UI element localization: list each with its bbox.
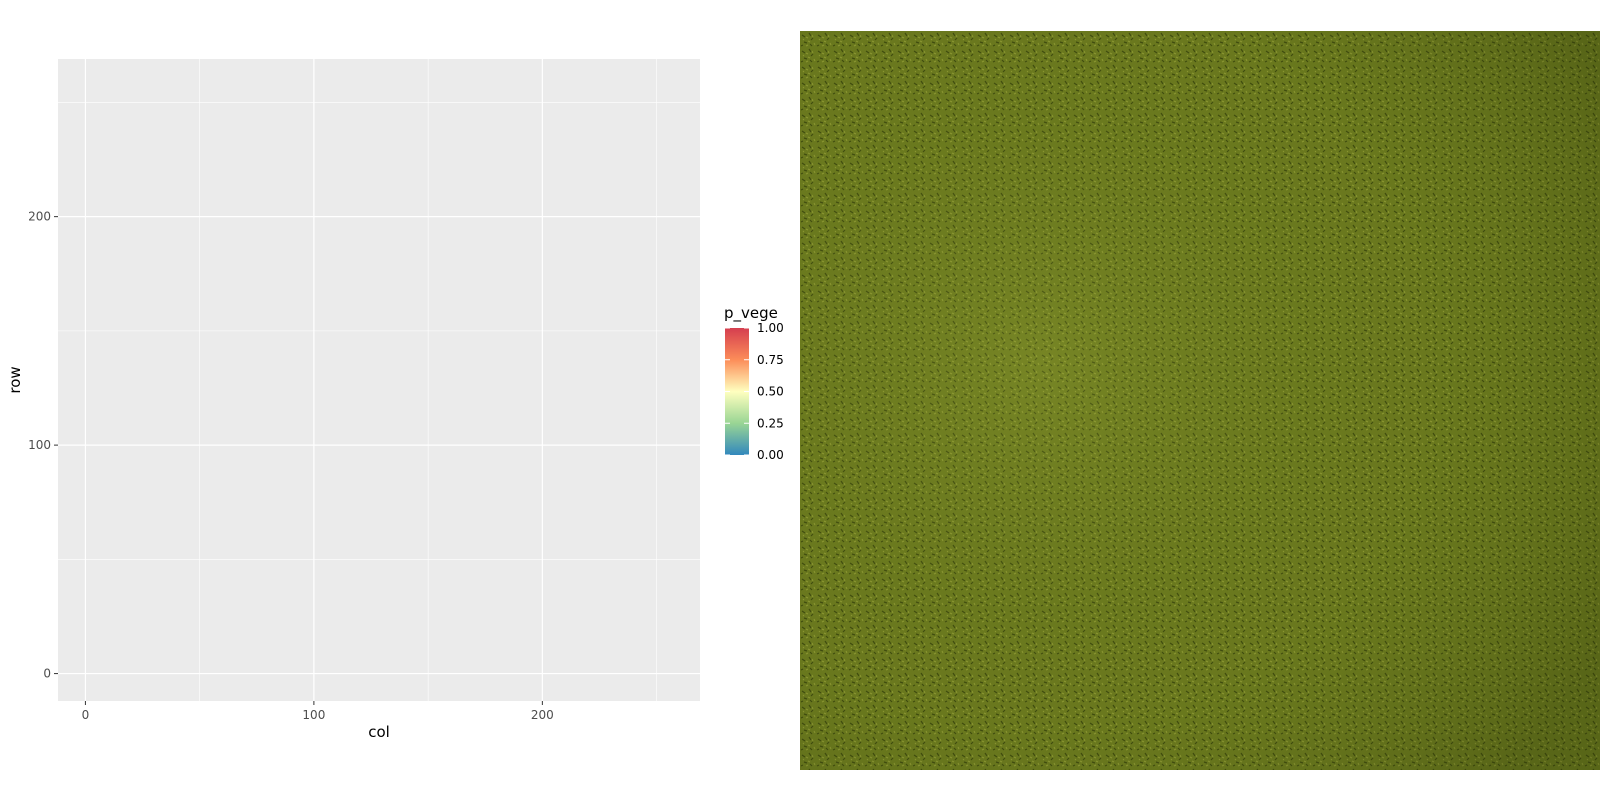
vegetation-photo	[800, 31, 1600, 770]
legend-label: 0.50	[757, 385, 784, 399]
legend-label: 0.75	[757, 353, 784, 367]
x-tick-label: 200	[531, 708, 554, 722]
panel-background	[58, 59, 700, 701]
figure: 0 100 200 0100200 col row p_vege 1.000.750…	[0, 0, 1600, 800]
y-axis-title: row	[6, 366, 24, 393]
y-tick-label: 0	[43, 667, 51, 681]
legend-label: 0.00	[757, 448, 784, 462]
photo-shading	[800, 31, 1600, 770]
y-tick-label: 200	[28, 210, 51, 224]
y-tick-label: 100	[28, 438, 51, 452]
heatmap-panel: 0 100 200 0 100 200 col row	[6, 59, 700, 741]
x-tick-label: 0	[82, 708, 90, 722]
legend-label: 0.25	[757, 416, 784, 430]
x-tick-label: 100	[302, 708, 325, 722]
legend-label: 1.00	[757, 321, 784, 335]
x-axis-title: col	[368, 723, 390, 741]
